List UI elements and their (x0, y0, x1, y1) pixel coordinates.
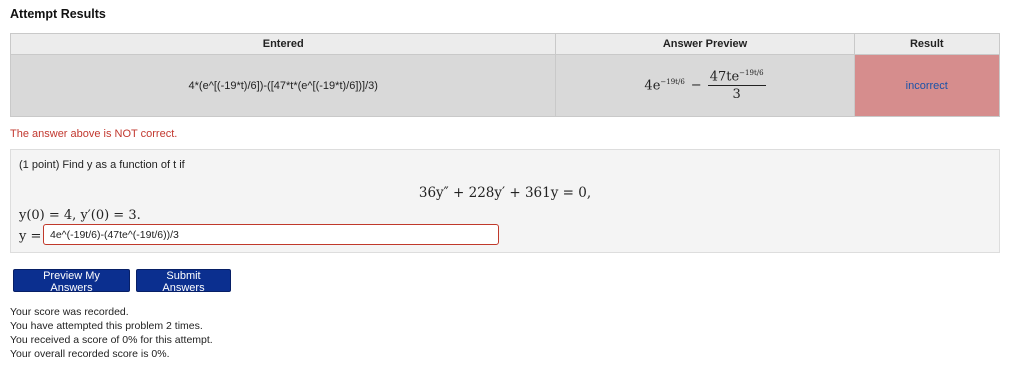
score-recorded-text: Your score was recorded. (10, 306, 129, 318)
problem-statement: (1 point) Find y as a function of t if (19, 159, 185, 171)
attempt-score-text: You received a score of 0% for this atte… (10, 334, 213, 346)
answer-preview-cell: 4e−19t/6 − 47te−19t/6 3 (555, 54, 855, 117)
attempt-results-table: Entered Answer Preview Result 4*(e^[(-19… (9, 33, 1001, 117)
answer-label: y = (19, 229, 42, 244)
attempt-count-text: You have attempted this problem 2 times. (10, 320, 203, 332)
preview-fraction: 47te−19t/6 3 (707, 69, 766, 102)
initial-conditions: y(0) = 4, y′(0) = 3. (19, 208, 141, 223)
page-heading: Attempt Results (10, 7, 106, 21)
column-header-result: Result (853, 33, 1001, 55)
preview-term-1: 4e−19t/6 (644, 77, 685, 94)
preview-answers-button[interactable]: Preview My Answers (13, 269, 130, 294)
answer-preview-math: 4e−19t/6 − 47te−19t/6 3 (644, 69, 766, 102)
overall-score-text: Your overall recorded score is 0%. (10, 348, 170, 360)
table-header-row: Entered Answer Preview Result (9, 33, 1001, 55)
result-cell: incorrect (853, 54, 1001, 117)
preview-minus: − (690, 77, 702, 93)
column-header-entered: Entered (9, 33, 557, 55)
differential-equation: 36y″ + 228y′ + 361y = 0, (418, 185, 592, 201)
column-header-preview: Answer Preview (555, 33, 855, 55)
answer-input[interactable] (43, 224, 499, 245)
status-message: The answer above is NOT correct. (10, 128, 178, 140)
entered-answer-cell: 4*(e^[(-19*t)/6])-([47*t*(e^[(-19*t)/6])… (9, 54, 557, 117)
problem-box: (1 point) Find y as a function of t if 3… (10, 149, 1000, 253)
preview-fraction-numerator: 47te−19t/6 (707, 69, 766, 86)
submit-answers-button[interactable]: Submit Answers (136, 269, 231, 294)
preview-fraction-denominator: 3 (732, 86, 741, 102)
table-row: 4*(e^[(-19*t)/6])-([47*t*(e^[(-19*t)/6])… (9, 54, 1001, 117)
